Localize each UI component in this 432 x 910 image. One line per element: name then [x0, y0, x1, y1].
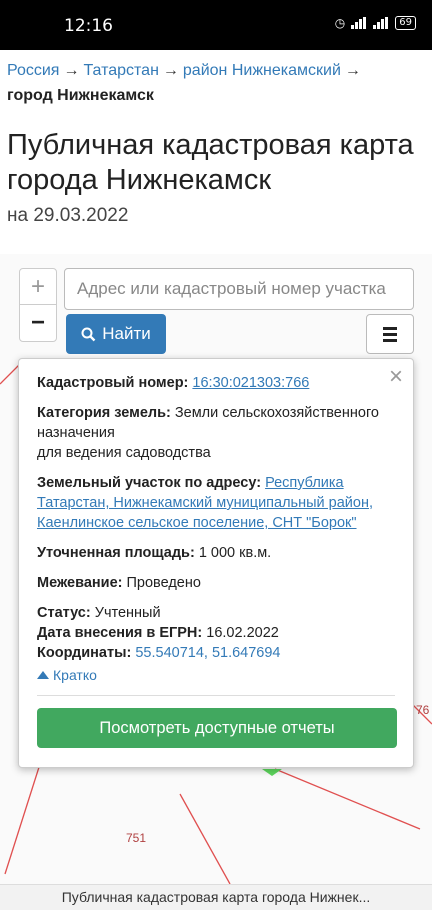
find-button[interactable]: Найти [66, 314, 166, 354]
search-icon [81, 327, 96, 341]
breadcrumb-tatarstan[interactable]: Татарстан [83, 62, 158, 79]
menu-button[interactable] [366, 314, 414, 354]
status-time: 12:16 [64, 16, 113, 36]
page-title: Публичная кадастровая карта города Нижне… [7, 129, 414, 196]
plot-label-76: 76 [416, 703, 430, 717]
land-usage: для ведения садоводства [37, 445, 211, 461]
collapse-toggle[interactable]: Кратко [37, 665, 395, 685]
breadcrumb-district[interactable]: район Нижнекамский [183, 62, 341, 79]
battery-icon: 69 [395, 16, 416, 30]
popup-divider [37, 695, 395, 696]
signal-icon [351, 17, 367, 29]
egrn-date-row: Дата внесения в ЕГРН: 16.02.2022 [37, 625, 279, 641]
zoom-in-button[interactable]: + [20, 269, 56, 305]
plot-label-751: 751 [126, 831, 146, 845]
plot-info-popup: × Кадастровый номер: 16:30:021303:766 Ка… [18, 358, 414, 768]
breadcrumb-russia[interactable]: Россия [7, 62, 59, 79]
address-row: Земельный участок по адресу: Республика … [37, 475, 373, 531]
find-button-label: Найти [102, 324, 151, 343]
footer-title: Публичная кадастровая карта города Нижне… [0, 884, 432, 910]
breadcrumb-separator: → [63, 62, 80, 79]
breadcrumb-separator: → [344, 62, 361, 79]
breadcrumb: Россия → Татарстан → район Нижнекамский → гор… [7, 58, 407, 108]
zoom-out-button[interactable]: − [20, 305, 56, 341]
area-row: Уточненная площадь: 1 000 кв.м. [37, 545, 272, 561]
close-icon[interactable]: × [389, 365, 403, 389]
breadcrumb-separator: → [162, 62, 179, 79]
coordinates-row: Координаты: 55.540714, 51.647694 [37, 645, 281, 661]
signal-icon-2 [373, 17, 389, 29]
cadastral-number-row: Кадастровый номер: 16:30:021303:766 [37, 375, 310, 391]
collapse-toggle-label: Кратко [53, 667, 97, 683]
zoom-control: + − [19, 268, 57, 342]
survey-row: Межевание: Проведено [37, 575, 201, 591]
search-input[interactable] [64, 268, 414, 310]
status-icons: ◷ 69 [335, 16, 416, 30]
triangle-up-icon [37, 671, 49, 679]
page-date: на 29.03.2022 [7, 205, 129, 226]
status-row: Статус: Учтенный [37, 605, 161, 621]
breadcrumb-current: город Нижнекамск [7, 87, 154, 104]
view-reports-button[interactable]: Посмотреть доступные отчеты [37, 708, 397, 748]
land-category-row: Категория земель: Земли сельскохозяйстве… [37, 405, 379, 461]
status-bar: 12:16 ◷ 69 [0, 0, 432, 50]
hamburger-icon [383, 326, 397, 330]
coordinates-value[interactable]: 55.540714, 51.647694 [135, 645, 280, 661]
cadastral-number-link[interactable]: 16:30:021303:766 [192, 375, 309, 391]
alarm-icon: ◷ [334, 16, 346, 30]
